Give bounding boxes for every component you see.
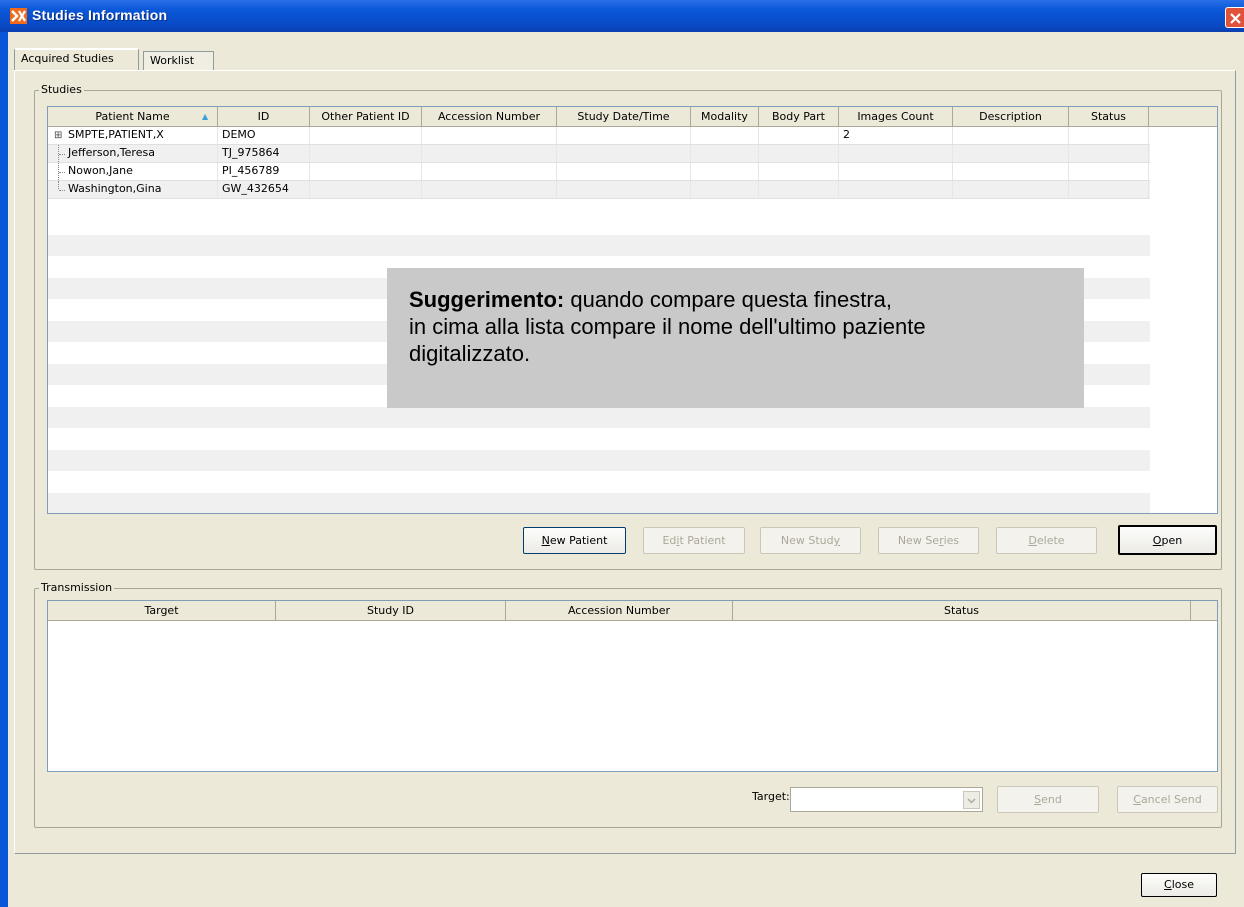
- col-header-study-date-time[interactable]: Study Date/Time: [557, 107, 691, 127]
- tree-branch-icon: [58, 163, 68, 180]
- cell-accession: [422, 127, 557, 144]
- cell-description: [953, 127, 1069, 144]
- col-header-label: Patient Name: [95, 110, 170, 123]
- hint-line-1: quando compare questa finestra,: [564, 287, 892, 312]
- delete-button[interactable]: Delete: [996, 527, 1097, 554]
- col-header-body-part[interactable]: Body Part: [759, 107, 839, 127]
- send-button[interactable]: Send: [997, 786, 1099, 813]
- cell-study-date: [557, 127, 691, 144]
- cell-modality: [691, 145, 759, 162]
- hint-title: Suggerimento:: [409, 287, 565, 312]
- cell-other-id: [310, 127, 422, 144]
- cell-other-id: [310, 163, 422, 180]
- target-dropdown[interactable]: [790, 787, 983, 812]
- chevron-down-icon: [967, 798, 976, 804]
- open-button[interactable]: Open: [1118, 525, 1217, 555]
- patient-name: Jefferson,Teresa: [68, 146, 155, 159]
- cell-id: GW_432654: [218, 181, 310, 198]
- cell-study-date: [557, 181, 691, 198]
- hint-callout: Suggerimento: quando compare questa fine…: [387, 268, 1084, 408]
- cell-images: [839, 163, 953, 180]
- cell-accession: [422, 163, 557, 180]
- cell-status: [1069, 163, 1149, 180]
- cell-name: Jefferson,Teresa: [48, 145, 218, 162]
- transmission-group-label: Transmission: [39, 581, 115, 595]
- cell-status: [1069, 181, 1149, 198]
- cell-accession: [422, 145, 557, 162]
- row-stripe: [48, 493, 1150, 513]
- col-header-status[interactable]: Status: [1069, 107, 1149, 127]
- close-icon: [1230, 13, 1241, 24]
- cell-name: Nowon,Jane: [48, 163, 218, 180]
- cell-body-part: [759, 181, 839, 198]
- cell-images: [839, 181, 953, 198]
- cell-modality: [691, 127, 759, 144]
- col-header-id[interactable]: ID: [218, 107, 310, 127]
- tab-acquired-studies[interactable]: Acquired Studies: [14, 48, 139, 70]
- new-series-button[interactable]: New Series: [878, 527, 979, 554]
- col-header-patient-name[interactable]: Patient Name ▲: [48, 107, 218, 127]
- window: Studies Information Acquired Studies Wor…: [0, 0, 1244, 907]
- cell-study-date: [557, 163, 691, 180]
- window-title: Studies Information: [32, 7, 168, 23]
- cell-images: 2: [839, 127, 953, 144]
- col-header-other-patient-id[interactable]: Other Patient ID: [310, 107, 422, 127]
- cell-status: [1069, 145, 1149, 162]
- row-stripe: [48, 235, 1150, 256]
- cell-other-id: [310, 145, 422, 162]
- hint-line-2: in cima alla lista compare il nome dell'…: [409, 314, 926, 339]
- col-header-accession-number[interactable]: Accession Number: [506, 601, 733, 621]
- dropdown-arrow[interactable]: [963, 791, 980, 809]
- new-study-button[interactable]: New Study: [760, 527, 861, 554]
- transmission-table[interactable]: Target Study ID Accession Number Status: [47, 600, 1218, 772]
- target-label: Target:: [752, 790, 790, 803]
- col-header-filler: [1149, 107, 1217, 127]
- cell-body-part: [759, 163, 839, 180]
- sort-ascending-icon: ▲: [202, 112, 209, 121]
- cell-id: DEMO: [218, 127, 310, 144]
- new-patient-button[interactable]: New Patient: [523, 527, 626, 554]
- hint-line-3: digitalizzato.: [409, 341, 531, 366]
- edit-patient-button[interactable]: Edit Patient: [643, 527, 745, 554]
- cell-description: [953, 163, 1069, 180]
- tree-expand-icon: ⊞: [54, 130, 63, 141]
- cell-id: PI_456789: [218, 163, 310, 180]
- row-stripe: [48, 407, 1150, 428]
- col-header-target[interactable]: Target: [48, 601, 276, 621]
- cell-modality: [691, 163, 759, 180]
- window-close-button[interactable]: [1225, 7, 1244, 28]
- col-header-images-count[interactable]: Images Count: [839, 107, 953, 127]
- close-button[interactable]: Close: [1141, 873, 1217, 897]
- app-logo-icon: [10, 8, 27, 24]
- col-header-study-id[interactable]: Study ID: [276, 601, 506, 621]
- patient-name: Washington,Gina: [68, 182, 162, 195]
- cell-other-id: [310, 181, 422, 198]
- cell-status: [1069, 127, 1149, 144]
- col-header-modality[interactable]: Modality: [691, 107, 759, 127]
- cell-modality: [691, 181, 759, 198]
- cancel-send-button[interactable]: Cancel Send: [1117, 786, 1218, 813]
- row-stripe: [48, 450, 1150, 471]
- col-header-filler: [1191, 601, 1217, 621]
- cell-accession: [422, 181, 557, 198]
- cell-id: TJ_975864: [218, 145, 310, 162]
- patient-name: Nowon,Jane: [68, 164, 133, 177]
- patient-name: SMPTE,PATIENT,X: [68, 128, 164, 141]
- col-header-status[interactable]: Status: [733, 601, 1191, 621]
- cell-name: ⊞ SMPTE,PATIENT,X: [48, 127, 218, 144]
- tree-branch-icon: [58, 145, 68, 162]
- title-bar[interactable]: Studies Information: [0, 0, 1244, 32]
- tab-worklist[interactable]: Worklist: [143, 51, 214, 70]
- cell-name: Washington,Gina: [48, 181, 218, 198]
- col-header-accession-number[interactable]: Accession Number: [422, 107, 557, 127]
- studies-group-label: Studies: [39, 83, 84, 97]
- cell-body-part: [759, 145, 839, 162]
- cell-images: [839, 145, 953, 162]
- cell-description: [953, 145, 1069, 162]
- col-header-description[interactable]: Description: [953, 107, 1069, 127]
- cell-body-part: [759, 127, 839, 144]
- cell-description: [953, 181, 1069, 198]
- cell-study-date: [557, 145, 691, 162]
- tree-branch-icon: [58, 181, 68, 191]
